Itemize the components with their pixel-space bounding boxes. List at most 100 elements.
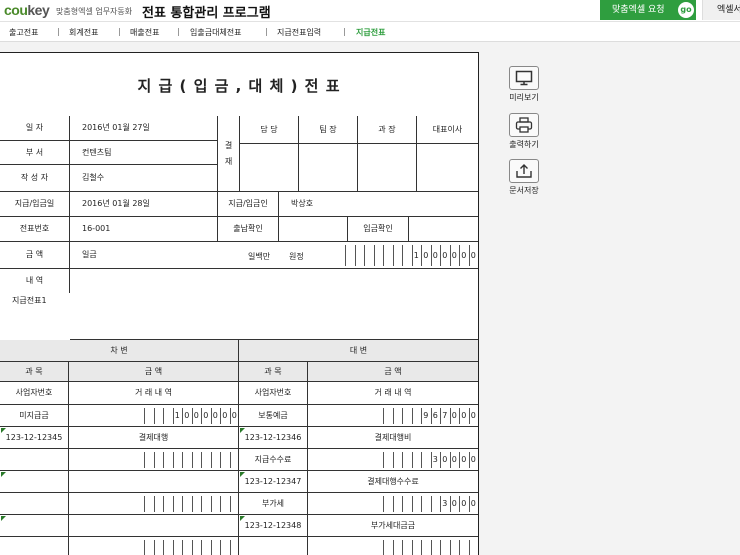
label-payee: 지급/입금인 bbox=[218, 192, 279, 217]
credit-amount-digit-divider bbox=[430, 540, 432, 555]
credit-detail-cell[interactable]: 부가세대금금 bbox=[308, 515, 478, 537]
debit-account-cell[interactable] bbox=[0, 449, 69, 471]
nav-divider bbox=[344, 28, 345, 36]
value-dept[interactable]: 컨텐츠팀 bbox=[70, 141, 218, 165]
debit-amount-digit-divider bbox=[163, 540, 164, 555]
debit-amount-digit-divider bbox=[144, 452, 145, 468]
tab-outgoing-slip[interactable]: 출고전표 bbox=[9, 27, 38, 38]
credit-col-amount: 금 액 bbox=[308, 362, 478, 382]
debit-col-account: 과 목 bbox=[0, 362, 69, 382]
credit-amount-digit: 3 bbox=[432, 455, 438, 464]
upload-icon bbox=[509, 159, 539, 183]
credit-amount-digit: 7 bbox=[442, 411, 448, 420]
amount-digit-divider bbox=[345, 245, 346, 266]
print-button[interactable]: 출력하기 bbox=[504, 113, 544, 151]
credit-amount-digit: 0 bbox=[461, 455, 467, 464]
value-date[interactable]: 2016년 01월 27일 bbox=[70, 116, 218, 141]
save-document-button[interactable]: 문서저장 bbox=[504, 159, 544, 197]
value-writer[interactable]: 김철수 bbox=[70, 165, 218, 192]
credit-account-cell[interactable] bbox=[239, 537, 308, 555]
debit-amount-digit-divider bbox=[153, 540, 155, 555]
credit-amount-digit: 0 bbox=[451, 411, 457, 420]
credit-amount-digit-divider bbox=[402, 452, 403, 468]
debit-bizno-cell[interactable]: 123-12-12345 bbox=[0, 427, 69, 449]
save-label: 문서저장 bbox=[509, 186, 539, 195]
debit-bizno-cell[interactable] bbox=[0, 515, 69, 537]
debit-amount-digit-divider bbox=[172, 540, 174, 555]
credit-col-account: 과 목 bbox=[239, 362, 308, 382]
debit-detail-cell[interactable] bbox=[69, 515, 239, 537]
debit-amount-digit-divider bbox=[220, 452, 221, 468]
credit-amount-digit-divider bbox=[421, 452, 422, 468]
value-pay-date[interactable]: 2016년 01월 28일 bbox=[70, 192, 218, 217]
credit-amount-digit-divider bbox=[468, 540, 470, 555]
label-pay-date: 지급/입금일 bbox=[0, 192, 70, 217]
coukey-logo[interactable]: coukey bbox=[4, 2, 50, 18]
preview-label: 미리보기 bbox=[509, 93, 539, 102]
amount-digit: 0 bbox=[423, 251, 429, 260]
amount-text: 일금 bbox=[82, 250, 97, 259]
approval-box-manager[interactable] bbox=[358, 144, 417, 192]
credit-bizno-cell[interactable]: 123-12-12347 bbox=[239, 471, 308, 493]
tab-payment-slip[interactable]: 지급전표 bbox=[356, 27, 385, 38]
app-header: coukey 맞춤형엑셀 업무자동화 전표 통합관리 프로그램 맞춤엑셀 요청 … bbox=[0, 0, 740, 22]
credit-detail-cell[interactable]: 결제대행수수료 bbox=[308, 471, 478, 493]
credit-account-cell[interactable]: 부가세 bbox=[239, 493, 308, 515]
debit-amount-digit-divider bbox=[163, 408, 164, 424]
credit-amount-digit-divider bbox=[411, 452, 413, 468]
debit-amount-digit-divider bbox=[229, 496, 231, 512]
preview-button[interactable]: 미리보기 bbox=[504, 66, 544, 104]
tab-sales-slip[interactable]: 매출전표 bbox=[130, 27, 159, 38]
debit-account-cell[interactable] bbox=[0, 493, 69, 515]
credit-amount-digit-divider bbox=[392, 540, 394, 555]
out-confirm-box[interactable] bbox=[279, 217, 348, 242]
debit-comment-marker bbox=[1, 516, 6, 521]
excel-service-button[interactable]: 엑셀서 bbox=[702, 0, 740, 20]
debit-amount-digit-divider bbox=[191, 452, 193, 468]
go-badge[interactable]: go bbox=[678, 2, 694, 18]
credit-amount-digit: 3 bbox=[442, 499, 448, 508]
credit-amount-digit-divider bbox=[440, 540, 441, 555]
credit-amount-digit: 9 bbox=[423, 411, 429, 420]
approval-box-team-lead[interactable] bbox=[299, 144, 358, 192]
debit-amount-digit: 0 bbox=[203, 411, 209, 420]
memo-text: 지급전표1 bbox=[12, 296, 47, 305]
payment-slip-document: 지 급 ( 입 금 , 대 체 ) 전 표 일 자 2016년 01월 27일 … bbox=[0, 52, 479, 555]
debit-amount-digit-divider bbox=[220, 496, 221, 512]
amount-digit-divider bbox=[364, 245, 365, 266]
label-dept: 부 서 bbox=[0, 141, 70, 165]
logo-text-left: cou bbox=[4, 2, 28, 18]
nav-divider bbox=[119, 28, 120, 36]
debit-amount-digit-divider bbox=[210, 496, 212, 512]
app-title: 전표 통합관리 프로그램 bbox=[142, 6, 271, 21]
debit-amount-digit: 0 bbox=[212, 411, 218, 420]
print-label: 출력하기 bbox=[509, 140, 539, 149]
credit-amount-digit: 0 bbox=[451, 499, 457, 508]
approval-box-staff[interactable] bbox=[240, 144, 299, 192]
credit-detail-cell[interactable]: 결제대행비 bbox=[308, 427, 478, 449]
debit-account-cell[interactable]: 미지급금 bbox=[0, 405, 69, 427]
value-slip-no[interactable]: 16-001 bbox=[70, 217, 218, 242]
tab-transfer-slip[interactable]: 입출금대체전표 bbox=[190, 27, 242, 38]
credit-account-cell[interactable]: 지급수수료 bbox=[239, 449, 308, 471]
tab-payment-input[interactable]: 지급전표입력 bbox=[277, 27, 321, 38]
nav-divider bbox=[266, 28, 267, 36]
credit-bizno-cell[interactable]: 123-12-12346 bbox=[239, 427, 308, 449]
value-payee[interactable]: 박상호 bbox=[279, 192, 478, 217]
debit-detail-cell[interactable]: 결제대행 bbox=[69, 427, 239, 449]
credit-bizno-cell[interactable]: 123-12-12348 bbox=[239, 515, 308, 537]
debit-col-amount: 금 액 bbox=[69, 362, 239, 382]
debit-amount-digit-divider bbox=[153, 496, 155, 512]
amount-digit: 0 bbox=[442, 251, 448, 260]
debit-detail-cell[interactable] bbox=[69, 471, 239, 493]
memo-area[interactable] bbox=[70, 269, 478, 340]
debit-account-cell[interactable] bbox=[0, 537, 69, 555]
tab-accounting-slip[interactable]: 회계전표 bbox=[69, 27, 98, 38]
approval-box-ceo[interactable] bbox=[417, 144, 478, 192]
debit-bizno-cell[interactable] bbox=[0, 471, 69, 493]
credit-account-cell[interactable]: 보통예금 bbox=[239, 405, 308, 427]
amount-digit-divider bbox=[354, 245, 356, 266]
in-confirm-box[interactable] bbox=[409, 217, 478, 242]
debit-amount-digit-divider bbox=[201, 452, 202, 468]
debit-amount-digit-divider bbox=[163, 452, 164, 468]
